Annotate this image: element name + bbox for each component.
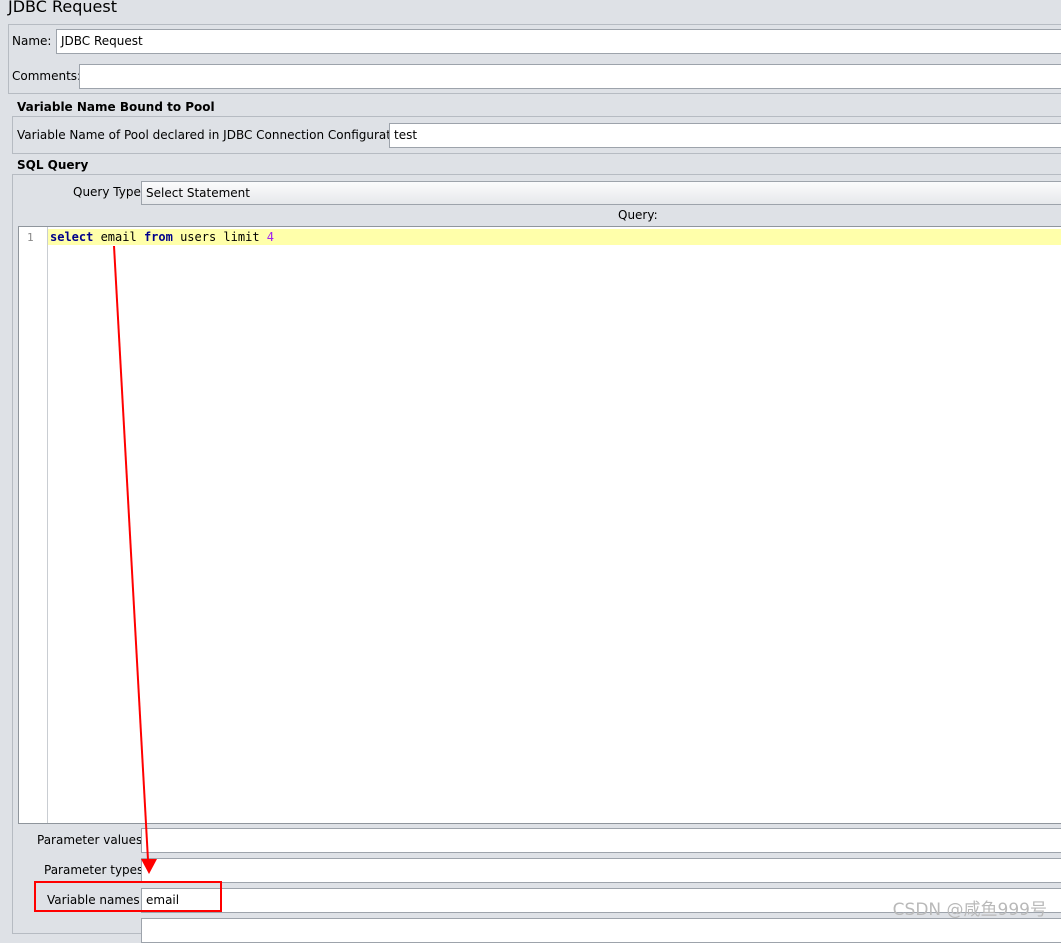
arrow-line — [113, 245, 149, 861]
arrow-head — [141, 859, 157, 874]
annotation-arrow — [113, 245, 157, 874]
watermark: CSDN @咸鱼999号 — [892, 900, 1047, 920]
